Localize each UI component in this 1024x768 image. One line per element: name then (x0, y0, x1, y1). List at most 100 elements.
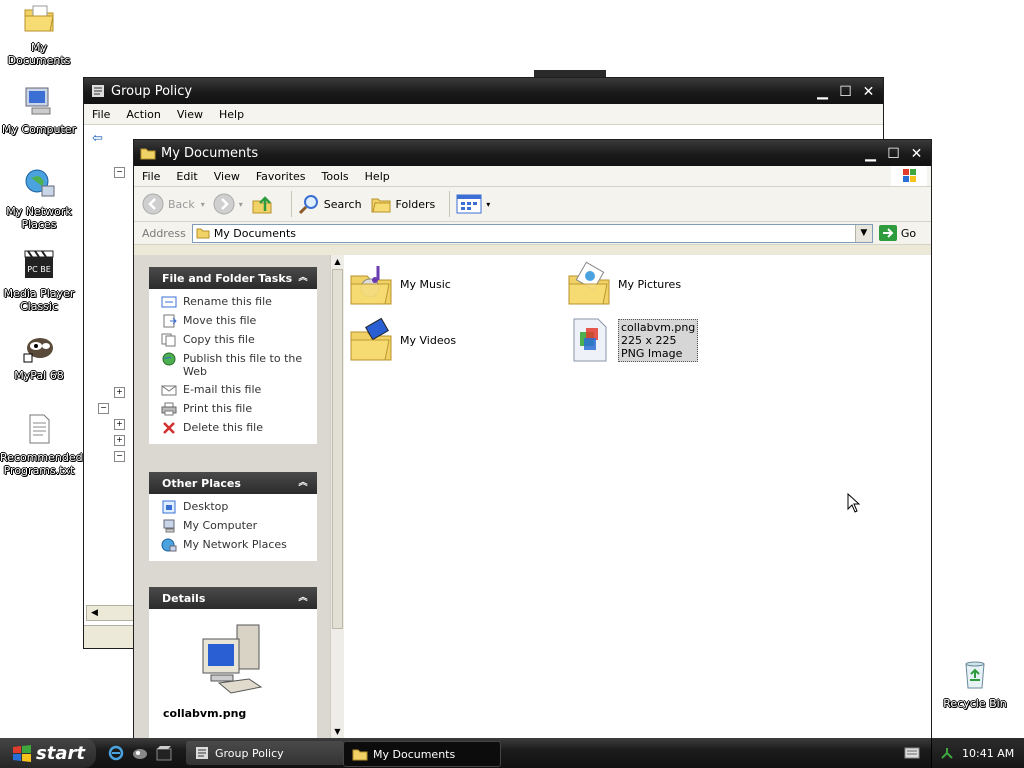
tree-expander[interactable]: + (114, 435, 125, 446)
mypal-quicklaunch-icon[interactable] (132, 745, 148, 761)
scroll-up-arrow[interactable]: ▲ (331, 255, 344, 268)
desktop-icon-mypal[interactable]: MyPal 68 (0, 330, 78, 382)
gp-minimize-button[interactable]: ▁ (812, 81, 833, 102)
desktop-icon-network[interactable]: My Network Places (0, 166, 78, 231)
task-copy[interactable]: Copy this file (161, 333, 317, 347)
keyboard-tray-icon[interactable] (904, 747, 920, 759)
file-item-my-music[interactable]: My Music (348, 260, 451, 308)
folder-icon (352, 749, 368, 761)
taskbar-button-my-documents[interactable]: My Documents (343, 741, 501, 767)
videos-folder-icon (350, 317, 392, 361)
file-item-my-videos[interactable]: My Videos (348, 316, 456, 364)
mydocs-minimize-button[interactable]: ▁ (860, 143, 881, 164)
taskbar-button-group-policy[interactable]: Group Policy (186, 741, 344, 765)
computer-icon (163, 519, 175, 533)
address-dropdown-button[interactable]: ▼ (854, 224, 872, 242)
folder-icon (140, 148, 156, 160)
scroll-down-arrow[interactable]: ▼ (331, 725, 344, 738)
file-item-collabvm-png[interactable]: collabvm.png 225 x 225 PNG Image (566, 316, 699, 364)
menu-tools[interactable]: Tools (314, 170, 357, 183)
gp-title: Group Policy (111, 83, 193, 99)
task-rename[interactable]: Rename this file (161, 295, 317, 309)
pictures-folder-icon (568, 261, 610, 305)
network-tray-icon[interactable] (940, 746, 954, 760)
details-panel: Details ︽ collabvm.png (149, 587, 317, 738)
desktop-icon-my-computer[interactable]: My Computer (0, 84, 78, 136)
place-network[interactable]: My Network Places (161, 538, 317, 552)
gp-menu-view[interactable]: View (169, 108, 211, 121)
search-button[interactable]: Search (298, 193, 362, 215)
task-print[interactable]: Print this file (161, 402, 317, 416)
chevron-down-icon[interactable]: ▾ (201, 200, 205, 209)
gp-menu-help[interactable]: Help (211, 108, 252, 121)
tree-expander[interactable]: − (114, 451, 125, 462)
desktop-icon-my-documents[interactable]: My Documents (0, 2, 78, 67)
views-button[interactable]: ▾ (456, 194, 490, 214)
network-places-icon (25, 169, 55, 197)
menu-edit[interactable]: Edit (168, 170, 205, 183)
panel-header[interactable]: Other Places ︽ (149, 472, 317, 494)
my-documents-window[interactable]: My Documents ▁ ☐ ✕ File Edit View Favori… (133, 139, 932, 739)
go-button[interactable]: Go (878, 225, 916, 241)
tree-expander[interactable]: + (114, 419, 125, 430)
place-label: My Computer (183, 519, 258, 532)
desktop-icon-recommended[interactable]: Recommended Programs.txt (0, 412, 83, 477)
mydocs-titlebar[interactable]: My Documents ▁ ☐ ✕ (134, 140, 931, 166)
place-desktop[interactable]: Desktop (161, 500, 317, 514)
back-button[interactable]: Back ▾ (142, 193, 205, 215)
gp-close-button[interactable]: ✕ (858, 81, 879, 102)
globe-icon (162, 352, 176, 366)
file-item-my-pictures[interactable]: My Pictures (566, 260, 681, 308)
ie-quicklaunch-icon[interactable] (108, 745, 124, 761)
gp-menu-file[interactable]: File (84, 108, 118, 121)
address-input[interactable]: My Documents ▼ (191, 223, 873, 243)
gp-menu-action[interactable]: Action (118, 108, 168, 121)
mydocs-maximize-button[interactable]: ☐ (883, 143, 904, 164)
media-player-quicklaunch-icon[interactable] (156, 745, 172, 761)
gp-hscroll-left[interactable]: ◀ (86, 605, 138, 621)
desktop-icon-recycle-bin[interactable]: Recycle Bin (936, 658, 1014, 710)
up-folder-button[interactable] (251, 193, 277, 215)
panel-header[interactable]: File and Folder Tasks ︽ (149, 267, 317, 289)
menu-help[interactable]: Help (357, 170, 398, 183)
tree-expander[interactable]: + (114, 387, 125, 398)
task-move[interactable]: Move this file (161, 314, 317, 328)
desktop-icon-label: Recycle Bin (943, 697, 1007, 710)
menu-view[interactable]: View (206, 170, 248, 183)
mydocs-toolbar: Back ▾ ▾ Search Folders ▾ (134, 187, 931, 222)
gp-titlebar[interactable]: Group Policy ▁ ☐ ✕ (84, 78, 883, 104)
tree-expander[interactable]: − (98, 403, 109, 414)
png-file-icon (573, 318, 607, 362)
menu-favorites[interactable]: Favorites (248, 170, 314, 183)
tree-expander[interactable]: − (114, 167, 125, 178)
chevron-down-icon[interactable]: ▾ (486, 200, 490, 209)
gp-maximize-button[interactable]: ☐ (835, 81, 856, 102)
start-button[interactable]: start (0, 738, 96, 768)
task-pane: File and Folder Tasks ︽ Rename this file… (134, 255, 330, 738)
place-my-computer[interactable]: My Computer (161, 519, 317, 533)
system-tray: 10:41 AM (931, 738, 1024, 768)
task-pane-scrollbar[interactable]: ▲ ▼ (330, 255, 344, 738)
task-delete[interactable]: Delete this file (161, 421, 317, 435)
collapse-chevron-icon[interactable]: ︽ (297, 592, 309, 604)
panel-header[interactable]: Details ︽ (149, 587, 317, 609)
folders-button[interactable]: Folders (370, 193, 435, 215)
task-label: Move this file (183, 314, 257, 327)
menu-file[interactable]: File (134, 170, 168, 183)
file-list-pane: My Music My Pictures My Videos collabvm.… (344, 255, 931, 738)
task-email[interactable]: E-mail this file (161, 383, 317, 397)
collapse-chevron-icon[interactable]: ︽ (297, 272, 309, 284)
gp-back-arrow-icon[interactable]: ⇦ (92, 131, 103, 146)
forward-button[interactable]: ▾ (213, 193, 243, 215)
chevron-down-icon[interactable]: ▾ (239, 200, 243, 209)
task-label: Delete this file (183, 421, 263, 434)
clock[interactable]: 10:41 AM (962, 747, 1014, 760)
task-publish[interactable]: Publish this file to the Web (161, 352, 317, 378)
collapse-chevron-icon[interactable]: ︽ (297, 477, 309, 489)
mydocs-close-button[interactable]: ✕ (906, 143, 927, 164)
task-label: E-mail this file (183, 383, 262, 396)
scroll-thumb[interactable] (332, 269, 343, 629)
task-label: Rename this file (183, 295, 272, 308)
start-label: start (36, 742, 85, 764)
desktop-icon-media-player[interactable]: PC BE Media Player Classic (0, 248, 78, 313)
